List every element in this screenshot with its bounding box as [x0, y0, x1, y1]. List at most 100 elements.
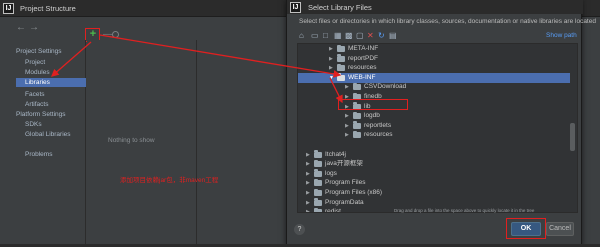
help-button[interactable]: ?: [294, 224, 305, 235]
sidebar-item-problems[interactable]: Problems: [25, 151, 52, 158]
intellij-app-icon: IJ: [290, 2, 301, 13]
folder-icon: [337, 73, 345, 81]
dialog-titlebar: IJ Select Library Files: [287, 0, 583, 14]
drag-drop-hint: Drag and drop a file into the space abov…: [394, 208, 535, 213]
folder-icon: [314, 178, 322, 187]
project-icon[interactable]: ▦: [334, 31, 342, 41]
tree-row[interactable]: ▶ logdb: [298, 111, 570, 121]
collapsed-arrow-icon[interactable]: ▶: [306, 178, 310, 188]
tree-row[interactable]: ▶ reportlets: [298, 121, 570, 131]
sidebar: Project Settings Project Modules Librari…: [0, 40, 86, 247]
select-library-files-dialog: IJ Select Library Files Select files or …: [286, 0, 596, 247]
tree-row[interactable]: ▶ META-INF: [298, 44, 570, 54]
collapsed-arrow-icon[interactable]: ▶: [306, 198, 310, 208]
ok-button[interactable]: OK: [511, 222, 541, 236]
sidebar-item-artifacts[interactable]: Artifacts: [25, 101, 48, 108]
folder-icon: [353, 121, 361, 129]
tree-row[interactable]: ▶ CSVDownload: [298, 82, 570, 92]
tree-row-label: Itchat4j: [325, 150, 346, 158]
tree-row-label: reportlets: [364, 121, 392, 129]
intellij-app-icon: IJ: [3, 3, 14, 14]
tree-row-label: Program Files: [325, 179, 366, 187]
folder-icon: [314, 188, 322, 196]
tree-row-label: java开源框架: [325, 160, 363, 168]
annotation-text: 添加项目依赖jar包，非maven工程: [120, 177, 219, 184]
tree-row[interactable]: ▶ Itchat4j: [298, 150, 570, 160]
module-icon[interactable]: ▩: [345, 31, 353, 41]
tree-row[interactable]: ▶ logs: [298, 169, 570, 179]
tree-row-label: WEB-INF: [348, 73, 376, 81]
tree-row-label: redist: [325, 208, 341, 213]
tree-row-label: logs: [325, 169, 337, 177]
dialog-hint: Select files or directories in which lib…: [299, 18, 596, 25]
tree-row-label: Program Files (x86): [325, 189, 383, 196]
tree-row[interactable]: ▶ reportPDF: [298, 54, 570, 64]
tree-row-label: resources: [348, 64, 377, 72]
sidebar-item-modules[interactable]: Modules: [25, 69, 50, 76]
collapsed-arrow-icon[interactable]: ▶: [306, 188, 310, 198]
new-folder-icon[interactable]: ▢: [356, 31, 364, 41]
collapsed-arrow-icon[interactable]: ▶: [345, 130, 349, 140]
folder-icon: [314, 198, 322, 206]
folder-icon: [353, 130, 361, 139]
empty-list-text: Nothing to show: [108, 137, 155, 144]
folder-icon: [353, 82, 361, 91]
folder-icon: [337, 63, 345, 72]
forward-arrow-icon[interactable]: →: [29, 22, 39, 34]
tree-row[interactable]: ▼ WEB-INF: [298, 72, 570, 83]
folder-icon: [337, 44, 345, 52]
tree-row-label: resources: [364, 131, 393, 139]
section-project-settings: Project Settings: [16, 48, 62, 55]
collapsed-arrow-icon[interactable]: ▶: [306, 159, 310, 169]
sidebar-item-libraries[interactable]: Libraries: [16, 78, 86, 87]
sidebar-item-project[interactable]: Project: [25, 59, 45, 66]
tree-row-label: ProgramData: [325, 198, 364, 206]
window-title: Project Structure: [20, 4, 76, 13]
tree-row[interactable]: ▶ Program Files (x86): [298, 188, 570, 198]
delete-icon[interactable]: ✕: [367, 31, 374, 41]
file-tree[interactable]: ▶ META-INF ▶ reportPDF ▶ resources ▼ WEB-INF ▶ CS…: [297, 43, 578, 213]
collapsed-arrow-icon[interactable]: ▶: [306, 207, 310, 212]
collapsed-arrow-icon[interactable]: ▶: [329, 44, 333, 54]
folder-icon[interactable]: □: [323, 31, 328, 41]
refresh-icon[interactable]: ↻: [378, 31, 385, 41]
toggle-hidden-icon[interactable]: ▤: [389, 31, 397, 41]
collapsed-arrow-icon[interactable]: ▶: [329, 63, 333, 73]
library-detail-panel: [198, 40, 288, 247]
folder-icon: [314, 207, 322, 212]
desktop-icon[interactable]: ▭: [311, 31, 319, 41]
cancel-button[interactable]: Cancel: [546, 222, 574, 236]
collapsed-arrow-icon[interactable]: ▶: [345, 121, 349, 131]
highlight-box-lib: [338, 99, 408, 110]
show-path-link[interactable]: Show path: [546, 32, 577, 39]
folder-icon: [353, 111, 361, 120]
tree-row-label: logdb: [364, 112, 380, 120]
collapsed-arrow-icon[interactable]: ▶: [345, 111, 349, 121]
tree-row[interactable]: ▶ resources: [298, 63, 570, 73]
collapsed-arrow-icon[interactable]: ▶: [306, 150, 310, 160]
tree-row[interactable]: ▶ ProgramData: [298, 198, 570, 208]
tree-row-label: CSVDownload: [364, 83, 407, 91]
folder-icon: [314, 159, 322, 168]
tree-row-label: META-INF: [348, 45, 379, 52]
tree-row[interactable]: ▶ resources: [298, 130, 570, 140]
dialog-title: Select Library Files: [308, 3, 372, 12]
home-icon[interactable]: ⌂: [299, 31, 304, 41]
collapsed-arrow-icon[interactable]: ▶: [306, 169, 310, 179]
sidebar-item-facets[interactable]: Facets: [25, 91, 45, 98]
tree-row[interactable]: ▶ java开源框架: [298, 159, 570, 169]
sidebar-item-sdks[interactable]: SDKs: [25, 121, 42, 128]
expanded-arrow-icon[interactable]: ▼: [329, 73, 334, 83]
collapsed-arrow-icon[interactable]: ▶: [345, 82, 349, 92]
copy-icon[interactable]: [112, 31, 119, 38]
folder-icon: [337, 54, 345, 62]
collapsed-arrow-icon[interactable]: ▶: [329, 54, 333, 64]
sidebar-item-global-libraries[interactable]: Global Libraries: [25, 131, 71, 138]
section-platform-settings: Platform Settings: [16, 111, 66, 118]
back-arrow-icon[interactable]: ←: [16, 22, 26, 34]
tree-scrollbar-thumb[interactable]: [570, 123, 575, 151]
tree-row[interactable]: [298, 140, 570, 150]
tree-row-label: reportPDF: [348, 54, 378, 62]
folder-icon: [314, 169, 322, 177]
tree-row[interactable]: ▶ Program Files: [298, 178, 570, 188]
